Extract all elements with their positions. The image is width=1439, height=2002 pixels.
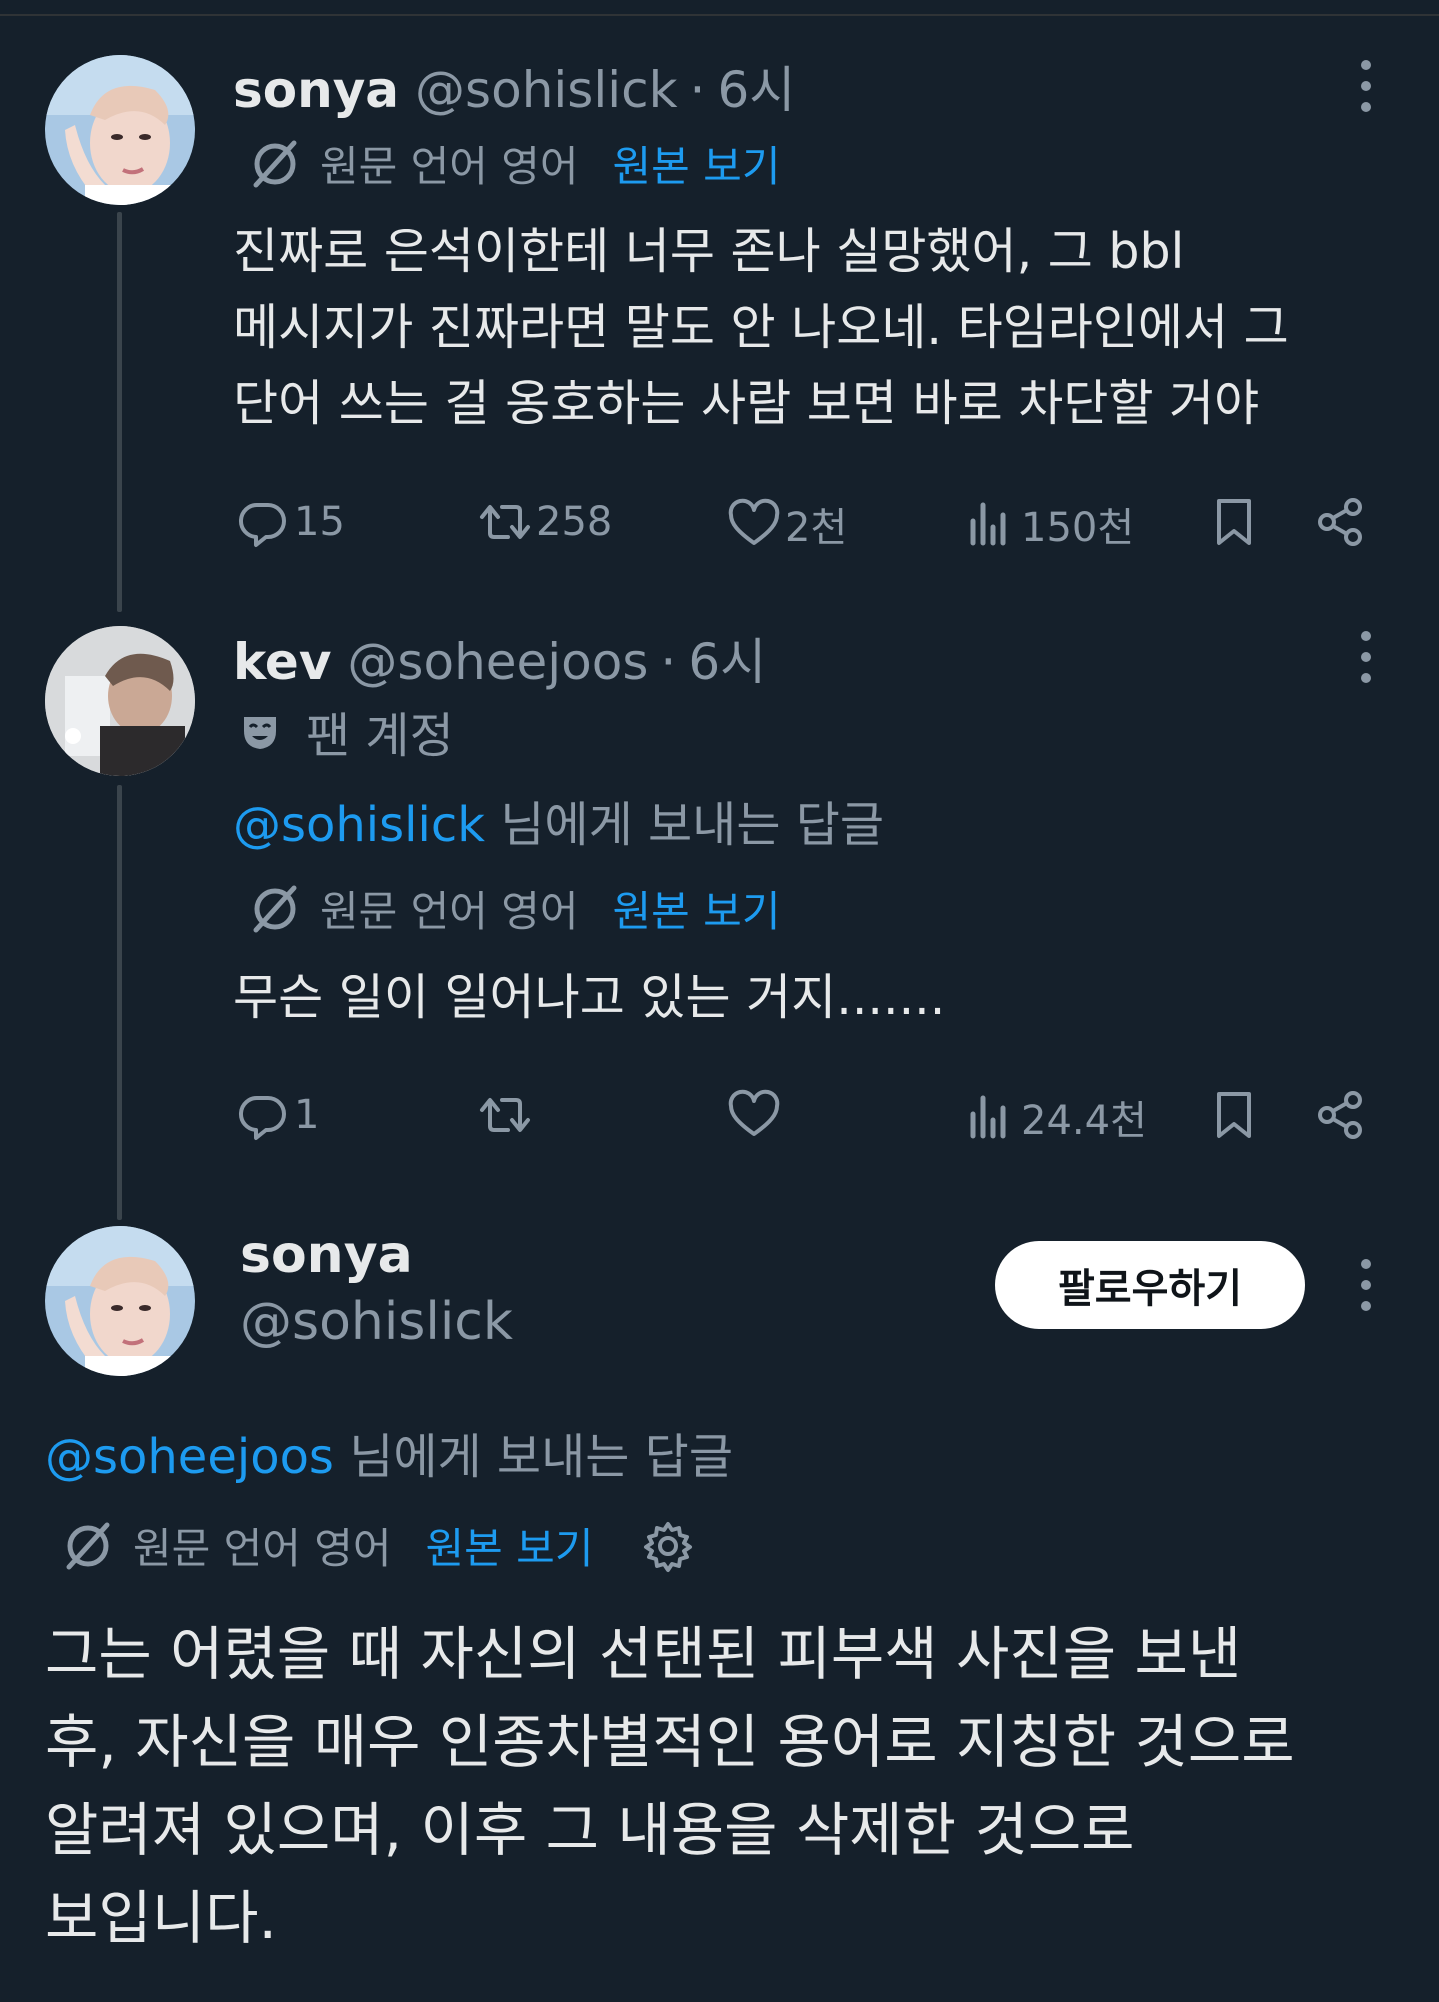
views-button[interactable]: 150천: [963, 495, 1134, 553]
bookmark-button[interactable]: [1207, 495, 1265, 549]
like-count: 2천: [785, 505, 848, 551]
more-icon[interactable]: [1351, 56, 1381, 116]
retweet-icon: [480, 505, 530, 539]
fan-mask-icon: [244, 717, 276, 749]
retweet-button[interactable]: [478, 1088, 536, 1142]
translate-icon: [253, 140, 297, 187]
tweet-header: kev @soheejoos · 6시: [233, 622, 766, 694]
gear-icon[interactable]: [641, 1519, 695, 1573]
user-handle[interactable]: @soheejoos: [347, 633, 648, 691]
mention-link[interactable]: @sohislick: [233, 797, 485, 853]
retweet-button[interactable]: 258: [478, 495, 612, 549]
timestamp[interactable]: 6시: [717, 50, 795, 122]
more-icon[interactable]: [1351, 627, 1381, 687]
views-icon: [970, 1095, 1006, 1139]
views-button[interactable]: 24.4천: [963, 1088, 1147, 1146]
avatar[interactable]: [45, 1226, 195, 1376]
reply-suffix: 님에게 보내는 답글: [485, 797, 885, 853]
translate-icon: [66, 1522, 110, 1569]
share-icon: [1318, 1091, 1362, 1139]
tweet-text: 무슨 일이 일어나고 있는 거지.......: [233, 969, 946, 1026]
bookmark-icon: [1217, 1092, 1251, 1138]
fan-account-label: 팬 계정: [240, 696, 454, 766]
follow-button[interactable]: 팔로우하기: [995, 1241, 1305, 1329]
reply-to-line: @soheejoos 님에게 보내는 답글: [45, 1417, 733, 1487]
view-original-link[interactable]: 원본 보기: [613, 133, 781, 194]
views-icon: [970, 502, 1006, 546]
more-icon[interactable]: [1351, 1255, 1381, 1315]
bookmark-button[interactable]: [1207, 1088, 1265, 1142]
reply-count: 15: [294, 499, 345, 545]
user-handle[interactable]: @sohislick: [240, 1292, 513, 1352]
like-button[interactable]: [727, 1088, 785, 1142]
display-name[interactable]: kev: [233, 633, 331, 691]
user-handle[interactable]: @sohislick: [415, 61, 678, 119]
translation-bar: 원문 언어 영어 원본 보기: [248, 878, 780, 939]
views-count: 150천: [1021, 505, 1135, 551]
like-icon: [728, 1089, 780, 1136]
top-divider: [0, 14, 1439, 16]
reply-suffix: 님에게 보내는 답글: [333, 1429, 733, 1485]
like-button[interactable]: 2천: [727, 495, 847, 553]
translation-label: 원문 언어 영어: [320, 142, 579, 191]
translation-bar: 원문 언어 영어 원본 보기: [248, 133, 780, 194]
like-icon: [728, 498, 780, 545]
share-button[interactable]: [1313, 495, 1371, 549]
display-name[interactable]: sonya: [240, 1225, 413, 1285]
reply-button[interactable]: 1: [236, 1088, 319, 1142]
reply-button[interactable]: 15: [236, 495, 345, 549]
tweet-text: 진짜로 은석이한테 너무 존나 실망했어, 그 bbl 메시지가 진짜라면 말도…: [233, 223, 1289, 432]
views-count: 24.4천: [1021, 1098, 1147, 1144]
retweet-count: 258: [536, 499, 613, 545]
reply-icon: [239, 1095, 286, 1140]
mention-link[interactable]: @soheejoos: [45, 1429, 334, 1485]
tweet-header: sonya @sohislick · 6시: [233, 50, 795, 122]
translation-bar: 원문 언어 영어 원본 보기: [61, 1515, 695, 1576]
avatar[interactable]: [45, 626, 195, 776]
avatar[interactable]: [45, 55, 195, 205]
timestamp[interactable]: 6시: [688, 622, 766, 694]
translation-label: 원문 언어 영어: [133, 1524, 392, 1573]
share-icon: [1318, 498, 1362, 546]
reply-count: 1: [294, 1092, 320, 1138]
retweet-icon: [480, 1098, 530, 1132]
tweet-text: 그는 어렸을 때 자신의 선탠된 피부색 사진을 보낸 후, 자신을 매우 인종…: [45, 1620, 1295, 1952]
view-original-link[interactable]: 원본 보기: [613, 878, 781, 939]
share-button[interactable]: [1313, 1088, 1371, 1142]
separator-dot: ·: [689, 61, 706, 119]
translation-label: 원문 언어 영어: [320, 887, 579, 936]
fan-label: 팬 계정: [306, 708, 454, 764]
thread-line: [117, 785, 122, 1220]
reply-icon: [239, 502, 286, 547]
view-original-link[interactable]: 원본 보기: [426, 1515, 594, 1576]
translate-icon: [253, 885, 297, 932]
bookmark-icon: [1217, 499, 1251, 545]
display-name[interactable]: sonya: [233, 61, 399, 119]
reply-to-line: @sohislick 님에게 보내는 답글: [233, 785, 884, 855]
thread-line: [117, 212, 122, 612]
separator-dot: ·: [660, 633, 677, 691]
